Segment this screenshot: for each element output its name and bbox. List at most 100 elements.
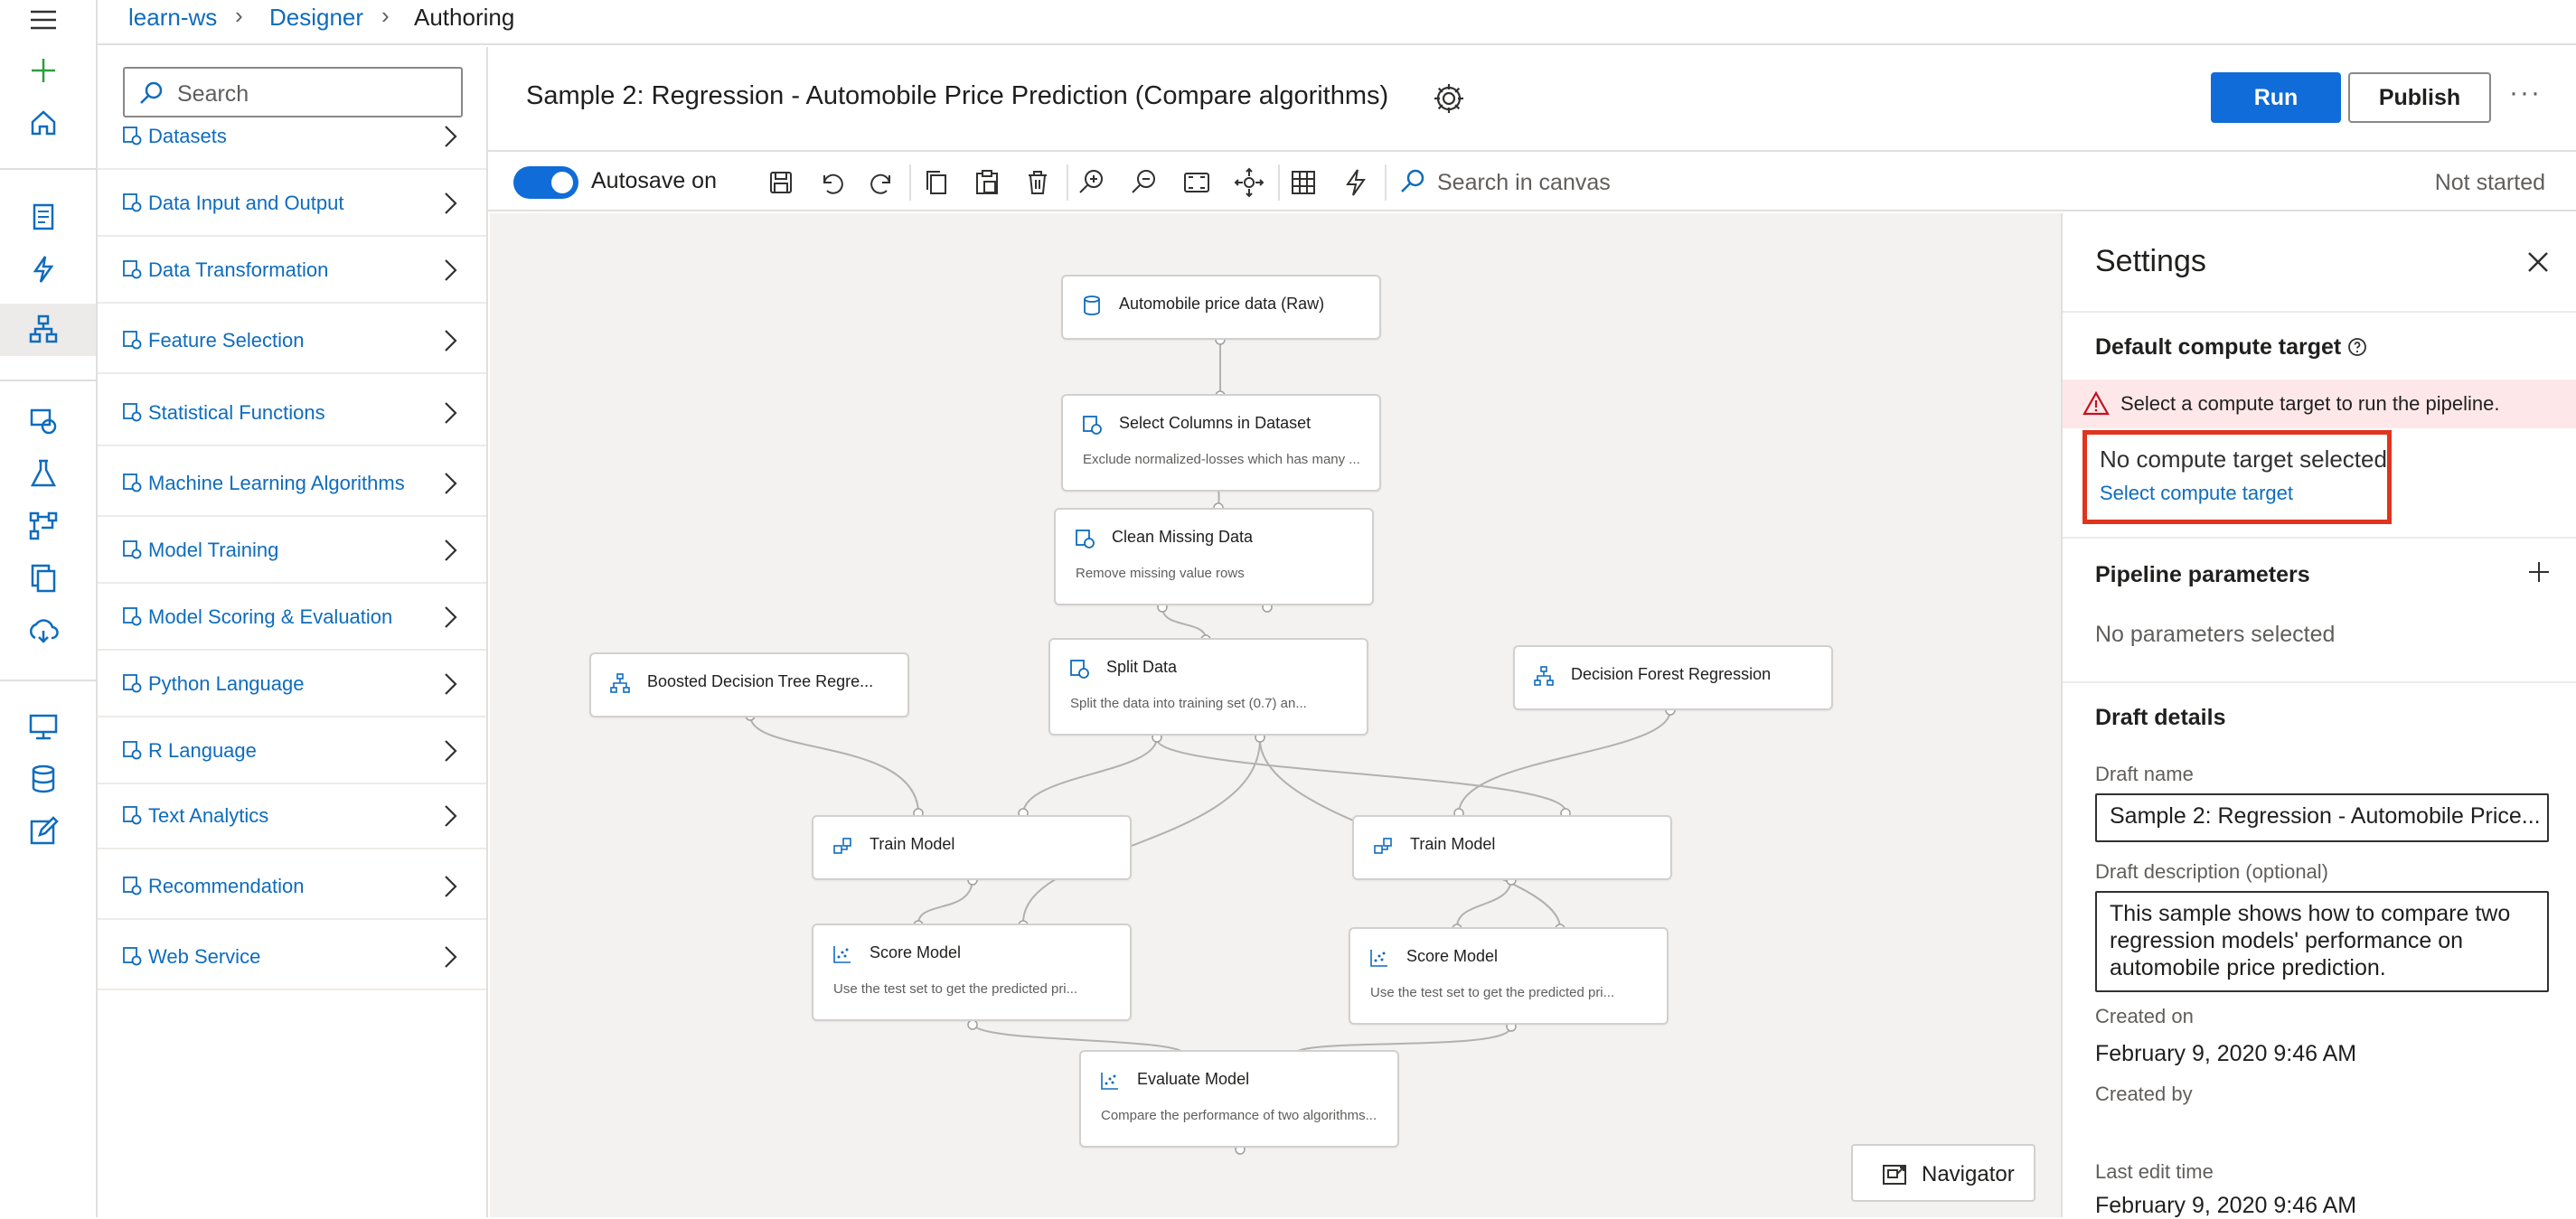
auto-layout-icon[interactable] [1287, 166, 1320, 199]
python-icon [123, 674, 142, 693]
run-button[interactable]: Run [2211, 72, 2341, 123]
last-edit-label: Last edit time [2095, 1160, 2214, 1183]
category-data-input-and-output[interactable]: Data Input and Output [98, 170, 486, 237]
canvas-search-input[interactable]: Search in canvas [1437, 170, 1611, 196]
node-clean-missing[interactable]: Clean Missing Data Remove missing value … [1054, 508, 1374, 605]
fit-to-screen-icon[interactable] [1180, 166, 1213, 199]
algorithm-icon [1534, 666, 1554, 686]
created-on-label: Created on [2095, 1005, 2194, 1027]
more-options-button[interactable]: ··· [2509, 78, 2542, 108]
chevron-right-icon [445, 473, 457, 494]
node-score-model-right[interactable]: Score Model Use the test set to get the … [1349, 927, 1669, 1025]
create-new-icon[interactable] [27, 54, 60, 87]
category-feature-selection[interactable]: Feature Selection [98, 307, 486, 374]
chevron-right-icon [445, 539, 457, 561]
node-evaluate-model[interactable]: Evaluate Model Compare the performance o… [1079, 1050, 1399, 1148]
endpoints-icon[interactable] [27, 614, 60, 647]
node-select-columns[interactable]: Select Columns in Dataset Exclude normal… [1061, 394, 1381, 492]
breadcrumb: learn-ws › Designer › Authoring [98, 0, 2576, 45]
node-title: Train Model [870, 835, 955, 853]
chevron-right-icon [445, 606, 457, 628]
add-icon[interactable] [2527, 560, 2551, 584]
feature-selection-icon [123, 331, 142, 350]
pipeline-canvas[interactable]: Automobile price data (Raw) Select Colum… [490, 213, 2061, 1217]
category-text-analytics[interactable]: Text Analytics [98, 783, 486, 849]
rail-divider [0, 680, 96, 681]
chevron-right-icon [445, 192, 457, 214]
breadcrumb-workspace[interactable]: learn-ws [128, 4, 217, 32]
node-subtitle: Exclude normalized-losses which has many… [1083, 452, 1360, 467]
node-boosted-tree[interactable]: Boosted Decision Tree Regre... [589, 652, 909, 717]
datasets-icon [123, 127, 142, 145]
compute-icon[interactable] [27, 710, 60, 743]
left-nav-rail [0, 0, 98, 1217]
close-icon[interactable] [2525, 249, 2551, 275]
category-recommendation[interactable]: Recommendation [98, 853, 486, 920]
help-icon[interactable] [2346, 336, 2368, 358]
navigator-button[interactable]: Navigator [1851, 1144, 2035, 1202]
category-model-scoring-evaluation[interactable]: Model Scoring & Evaluation [98, 584, 486, 651]
node-raw-data[interactable]: Automobile price data (Raw) [1061, 275, 1381, 340]
node-split-data[interactable]: Split Data Split the data into training … [1048, 638, 1368, 736]
publish-button[interactable]: Publish [2348, 72, 2491, 123]
category-datasets[interactable]: Datasets [98, 103, 486, 170]
node-title: Train Model [1410, 835, 1496, 853]
node-train-model-right[interactable]: Train Model [1352, 815, 1672, 880]
panel-divider [2063, 537, 2576, 539]
category-data-transformation[interactable]: Data Transformation [98, 237, 486, 304]
zoom-in-icon[interactable] [1076, 166, 1108, 199]
pan-icon[interactable] [1233, 166, 1265, 199]
toolbar-divider [1385, 164, 1387, 201]
labeling-icon[interactable] [27, 815, 60, 848]
train-icon [833, 838, 851, 854]
datastores-icon[interactable] [27, 763, 60, 795]
category-python-language[interactable]: Python Language [98, 651, 486, 717]
draft-description-input[interactable]: This sample shows how to compare two reg… [2095, 891, 2549, 992]
category-label: Datasets [148, 125, 227, 147]
gear-icon[interactable] [1432, 81, 1466, 116]
node-score-model-left[interactable]: Score Model Use the test set to get the … [812, 924, 1132, 1021]
node-train-model-left[interactable]: Train Model [812, 815, 1132, 880]
delete-icon[interactable] [1021, 166, 1054, 199]
lightning-icon[interactable] [1340, 166, 1372, 199]
experiments-icon[interactable] [27, 457, 60, 490]
breadcrumb-designer[interactable]: Designer [269, 4, 363, 32]
draft-details-title: Draft details [2095, 705, 2226, 730]
hamburger-menu-icon[interactable] [27, 4, 60, 36]
category-r-language[interactable]: R Language [98, 717, 486, 784]
pipelines-icon[interactable] [27, 510, 60, 542]
warning-icon [2082, 390, 2110, 416]
category-label: Feature Selection [148, 329, 305, 352]
home-icon[interactable] [27, 107, 60, 139]
canvas-toolbar: Autosave on Search in canvas Not started [488, 150, 2576, 211]
algorithm-icon [610, 673, 630, 693]
designer-icon[interactable] [27, 313, 60, 345]
category-web-service[interactable]: Web Service [98, 924, 486, 990]
automl-icon[interactable] [27, 253, 60, 286]
autosave-toggle[interactable] [513, 166, 578, 199]
category-statistical-functions[interactable]: Statistical Functions [98, 380, 486, 446]
models-icon[interactable] [27, 562, 60, 595]
transform-icon [1076, 530, 1095, 549]
redo-icon[interactable] [866, 166, 898, 199]
draft-name-input[interactable]: Sample 2: Regression - Automobile Price.… [2095, 793, 2549, 842]
module-palette: Search Datasets Data Input and Output Data… [98, 47, 488, 1217]
category-label: R Language [148, 739, 257, 762]
chevron-right-icon [445, 876, 457, 897]
datasets-rail-icon[interactable] [27, 405, 60, 437]
pipeline-params-title: Pipeline parameters [2095, 562, 2310, 587]
save-icon[interactable] [765, 166, 797, 199]
paste-icon[interactable] [971, 166, 1003, 199]
copy-icon[interactable] [920, 166, 953, 199]
toolbar-divider [909, 164, 911, 201]
zoom-out-icon[interactable] [1128, 166, 1161, 199]
undo-icon[interactable] [815, 166, 848, 199]
node-decision-forest[interactable]: Decision Forest Regression [1513, 645, 1833, 710]
category-machine-learning-algorithms[interactable]: Machine Learning Algorithms [98, 450, 486, 517]
category-model-training[interactable]: Model Training [98, 517, 486, 584]
ml-algorithms-icon [123, 474, 142, 492]
select-compute-target-link[interactable]: Select compute target [2100, 482, 2293, 505]
draft-name-label: Draft name [2095, 763, 2194, 785]
notebooks-icon[interactable] [27, 201, 60, 233]
web-service-icon [123, 947, 142, 966]
